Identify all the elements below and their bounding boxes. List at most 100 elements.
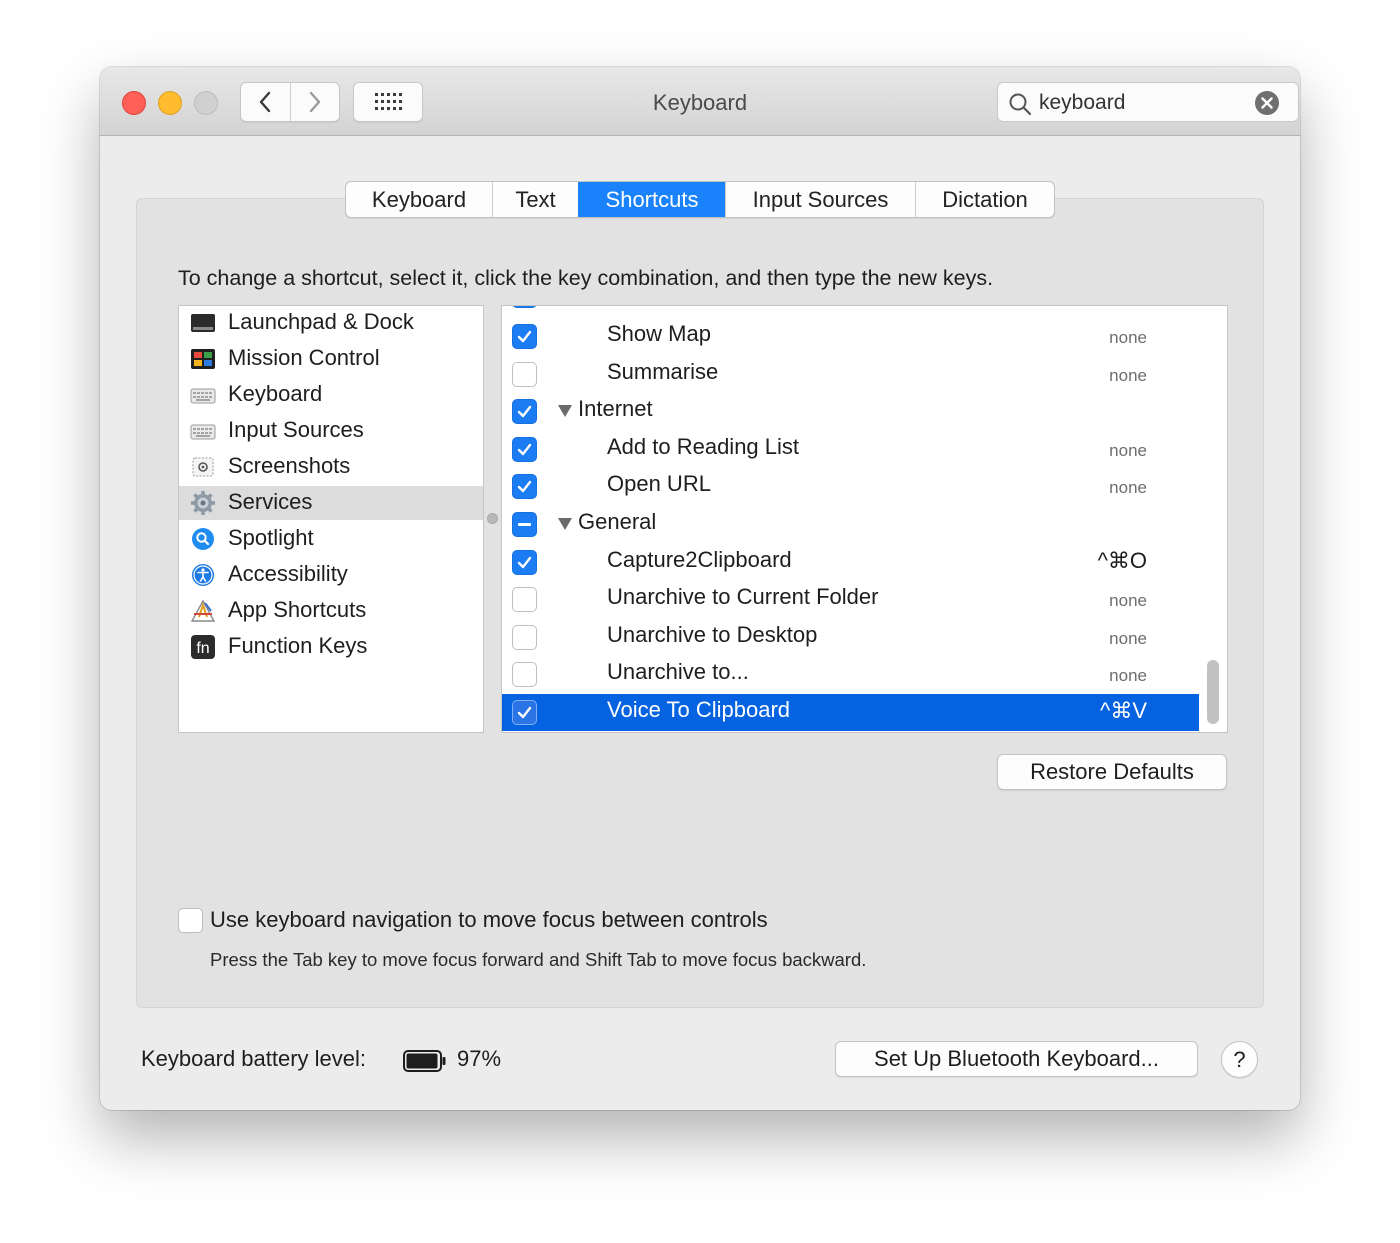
- category-label: Input Sources: [228, 417, 364, 442]
- show-all-button[interactable]: [353, 82, 423, 122]
- minimize-window-button[interactable]: [158, 91, 182, 115]
- input-sources-icon: [190, 424, 216, 440]
- enable-checkbox[interactable]: [512, 662, 537, 687]
- category-label: Keyboard: [228, 381, 323, 406]
- shortcut-key[interactable]: none: [1109, 441, 1147, 461]
- tab-text[interactable]: Text: [492, 182, 578, 217]
- instruction-text: To change a shortcut, select it, click t…: [178, 266, 994, 290]
- shortcut-label: Unarchive to...: [607, 659, 749, 684]
- group-label: Internet: [578, 396, 653, 421]
- tab-keyboard[interactable]: Keyboard: [346, 182, 492, 217]
- enable-checkbox[interactable]: [512, 437, 537, 462]
- shortcut-row-selected[interactable]: Voice To Clipboard ^⌘V: [502, 694, 1199, 731]
- shortcut-key[interactable]: none: [1109, 478, 1147, 498]
- enable-checkbox[interactable]: [512, 700, 537, 725]
- shortcut-label: Unarchive to Desktop: [607, 622, 818, 647]
- list-scrollbar-thumb[interactable]: [1207, 660, 1219, 724]
- shortcut-label: Summarise: [607, 359, 719, 384]
- close-window-button[interactable]: [122, 91, 146, 115]
- shortcut-row[interactable]: Capture2Clipboard ^⌘O: [502, 544, 1199, 581]
- group-checkbox[interactable]: [512, 512, 537, 537]
- keyboard-navigation-hint: Press the Tab key to move focus forward …: [210, 949, 867, 970]
- shortcut-row[interactable]: Summarise none: [502, 356, 1199, 393]
- enable-checkbox[interactable]: [512, 587, 537, 612]
- category-label: Services: [228, 489, 313, 514]
- forward-button[interactable]: [289, 83, 339, 121]
- shortcut-key[interactable]: none: [1109, 366, 1147, 386]
- category-spotlight[interactable]: Spotlight: [179, 522, 483, 556]
- enable-checkbox[interactable]: [512, 362, 537, 387]
- shortcut-category-list: Launchpad & Dock Mission Control Keyboar…: [178, 305, 484, 733]
- battery-fill: [406, 1053, 438, 1069]
- checkmark-icon: [517, 706, 532, 719]
- category-screenshots[interactable]: Screenshots: [179, 450, 483, 484]
- enable-checkbox[interactable]: [512, 550, 537, 575]
- shortcut-key[interactable]: none: [1109, 629, 1147, 649]
- disclosure-triangle-icon[interactable]: [558, 405, 572, 417]
- shortcut-row[interactable]: Add to Reading List none: [502, 431, 1199, 468]
- split-view-divider[interactable]: [487, 513, 498, 524]
- shortcut-key[interactable]: ^⌘O: [1098, 548, 1147, 574]
- search-icon: [1009, 93, 1032, 116]
- keyboard-navigation-label[interactable]: Use keyboard navigation to move focus be…: [210, 907, 768, 933]
- enable-checkbox[interactable]: [512, 324, 537, 349]
- category-app-shortcuts[interactable]: App Shortcuts: [179, 594, 483, 628]
- shortcut-row[interactable]: Show Map none: [502, 318, 1199, 355]
- shortcut-row[interactable]: Unarchive to Desktop none: [502, 619, 1199, 656]
- help-button[interactable]: ?: [1221, 1041, 1258, 1078]
- clear-search-icon[interactable]: [1255, 91, 1279, 115]
- category-function-keys[interactable]: fn Function Keys: [179, 630, 483, 664]
- spotlight-icon: [192, 528, 214, 550]
- chevron-left-icon: [260, 91, 271, 113]
- checkmark-icon: [517, 330, 532, 343]
- category-input-sources[interactable]: Input Sources: [179, 414, 483, 448]
- accessibility-icon: [192, 564, 214, 586]
- category-launchpad-dock[interactable]: Launchpad & Dock: [179, 306, 483, 340]
- shortcut-row[interactable]: Open URL none: [502, 468, 1199, 505]
- screenshots-icon: [192, 457, 214, 477]
- zoom-window-button[interactable]: [194, 91, 218, 115]
- keyboard-preferences-window: Keyboard Keyboard Text Shortcuts Input S…: [100, 67, 1300, 1110]
- search-input[interactable]: [1039, 88, 1249, 118]
- disclosure-triangle-icon[interactable]: [558, 518, 572, 530]
- shortcut-label: Show Map: [607, 321, 711, 346]
- back-button[interactable]: [241, 83, 290, 121]
- services-shortcut-list: Show Map none Summarise none Internet Ad…: [501, 305, 1228, 733]
- checkmark-icon: [517, 405, 532, 418]
- set-up-bluetooth-keyboard-button[interactable]: Set Up Bluetooth Keyboard...: [835, 1041, 1198, 1077]
- enable-checkbox[interactable]: [512, 625, 537, 650]
- category-mission-control[interactable]: Mission Control: [179, 342, 483, 376]
- restore-defaults-button[interactable]: Restore Defaults: [997, 754, 1227, 790]
- shortcut-label: Unarchive to Current Folder: [607, 584, 879, 609]
- shortcut-group-row[interactable]: Internet: [502, 393, 1199, 430]
- category-keyboard[interactable]: Keyboard: [179, 378, 483, 412]
- tab-shortcuts[interactable]: Shortcuts: [578, 182, 725, 217]
- shortcut-group-row[interactable]: General: [502, 506, 1199, 543]
- category-label: App Shortcuts: [228, 597, 367, 622]
- shortcut-key[interactable]: none: [1109, 328, 1147, 348]
- keyboard-icon: [190, 388, 216, 404]
- category-services[interactable]: Services: [179, 486, 483, 520]
- mission-control-icon: [191, 349, 215, 369]
- app-shortcuts-icon: [190, 599, 216, 622]
- navigation-buttons: [240, 82, 340, 122]
- fn-icon: fn: [191, 635, 215, 659]
- shortcut-key[interactable]: ^⌘V: [1100, 698, 1147, 724]
- checkmark-icon: [517, 443, 532, 456]
- tab-input-sources[interactable]: Input Sources: [725, 182, 915, 217]
- category-label: Function Keys: [228, 633, 368, 658]
- group-checkbox[interactable]: [512, 399, 537, 424]
- chevron-right-icon: [309, 91, 321, 113]
- partially-visible-row: [502, 306, 1199, 312]
- tab-dictation[interactable]: Dictation: [915, 182, 1054, 217]
- gear-icon: [191, 491, 215, 515]
- shortcut-key[interactable]: none: [1109, 591, 1147, 611]
- enable-checkbox[interactable]: [512, 474, 537, 499]
- shortcut-row[interactable]: Unarchive to... none: [502, 656, 1199, 693]
- category-accessibility[interactable]: Accessibility: [179, 558, 483, 592]
- shortcut-key[interactable]: none: [1109, 666, 1147, 686]
- shortcut-row[interactable]: Unarchive to Current Folder none: [502, 581, 1199, 618]
- search-field[interactable]: [997, 82, 1299, 122]
- checkbox[interactable]: [512, 306, 537, 308]
- keyboard-navigation-checkbox[interactable]: [178, 908, 203, 933]
